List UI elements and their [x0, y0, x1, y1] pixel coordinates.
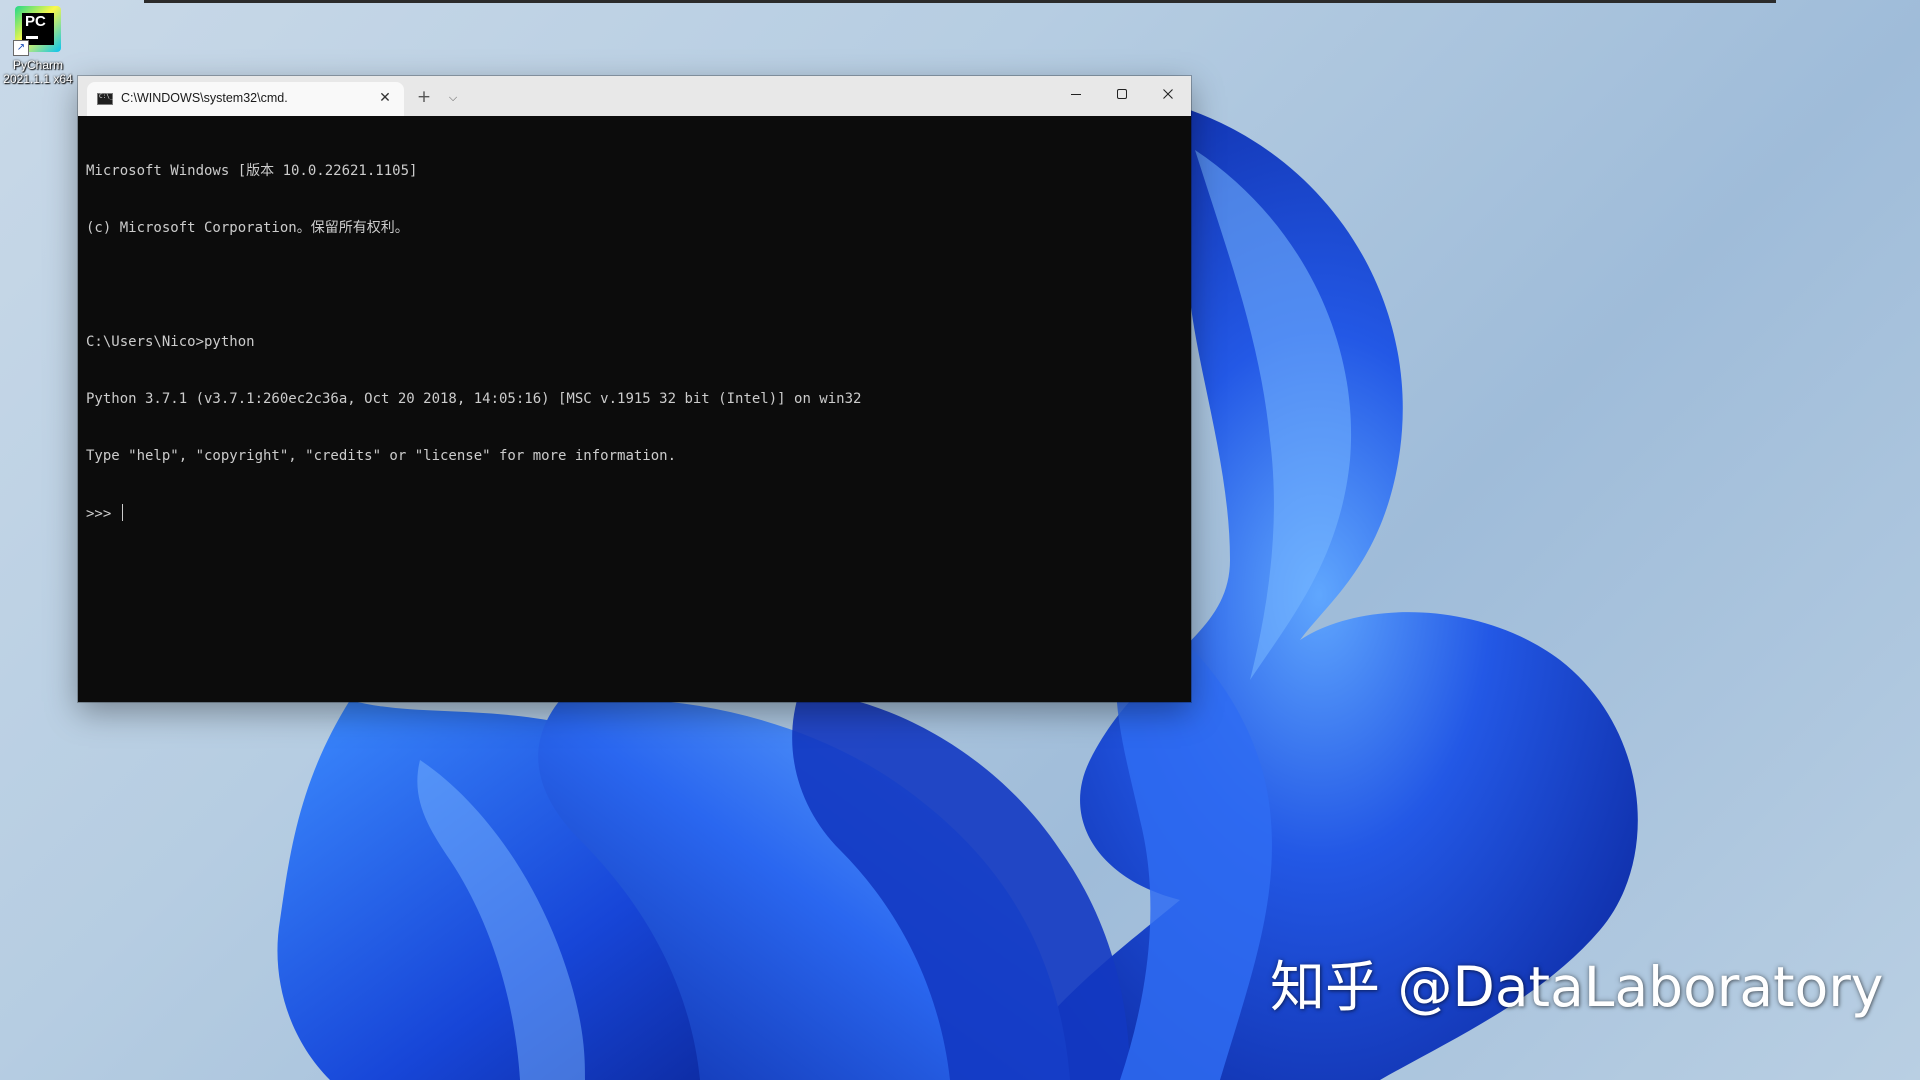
terminal-window: C:\WINDOWS\system32\cmd. ✕ + ⌵ Microsoft… — [78, 76, 1191, 702]
text-cursor — [121, 504, 123, 521]
desktop-icon-label: PyCharm 2021.1.1 x64 — [0, 58, 76, 86]
tab-cmd[interactable]: C:\WINDOWS\system32\cmd. ✕ — [87, 82, 404, 116]
console-line: Python 3.7.1 (v3.7.1:260ec2c36a, Oct 20 … — [86, 391, 862, 407]
pycharm-logo-text: PC — [25, 13, 46, 30]
tab-title: C:\WINDOWS\system32\cmd. — [121, 91, 288, 105]
tab-close-icon[interactable]: ✕ — [375, 88, 395, 108]
shortcut-arrow-icon: ↗ — [13, 40, 29, 56]
console-output[interactable]: Microsoft Windows [版本 10.0.22621.1105] (… — [78, 116, 1191, 702]
watermark: 知乎 @DataLaboratory — [1270, 955, 1884, 1019]
console-line: Microsoft Windows [版本 10.0.22621.1105] — [86, 163, 418, 179]
prompt-line[interactable]: >>> — [86, 504, 1183, 523]
maximize-icon — [1117, 89, 1127, 99]
console-line: C:\Users\Nico>python — [86, 334, 255, 350]
desktop-icon-label-line1: PyCharm — [12, 58, 63, 72]
tab-dropdown-button[interactable]: ⌵ — [440, 86, 466, 110]
close-button[interactable] — [1145, 76, 1191, 112]
pycharm-icon: PC ↗ — [13, 6, 61, 56]
minimize-button[interactable] — [1053, 76, 1099, 112]
close-icon — [1163, 89, 1173, 99]
new-tab-button[interactable]: + — [411, 86, 437, 110]
desktop-icon-label-line2: 2021.1.1 x64 — [3, 72, 73, 86]
maximize-button[interactable] — [1099, 76, 1145, 112]
desktop-icon-pycharm[interactable]: PC ↗ PyCharm 2021.1.1 x64 — [0, 6, 76, 86]
console-line: Type "help", "copyright", "credits" or "… — [86, 448, 677, 464]
minimize-icon — [1071, 94, 1081, 95]
cmd-icon — [97, 93, 113, 105]
console-line: (c) Microsoft Corporation。保留所有权利。 — [86, 220, 409, 236]
top-edge-bar — [144, 0, 1776, 3]
python-prompt: >>> — [86, 506, 120, 522]
terminal-titlebar[interactable]: C:\WINDOWS\system32\cmd. ✕ + ⌵ — [78, 76, 1191, 116]
